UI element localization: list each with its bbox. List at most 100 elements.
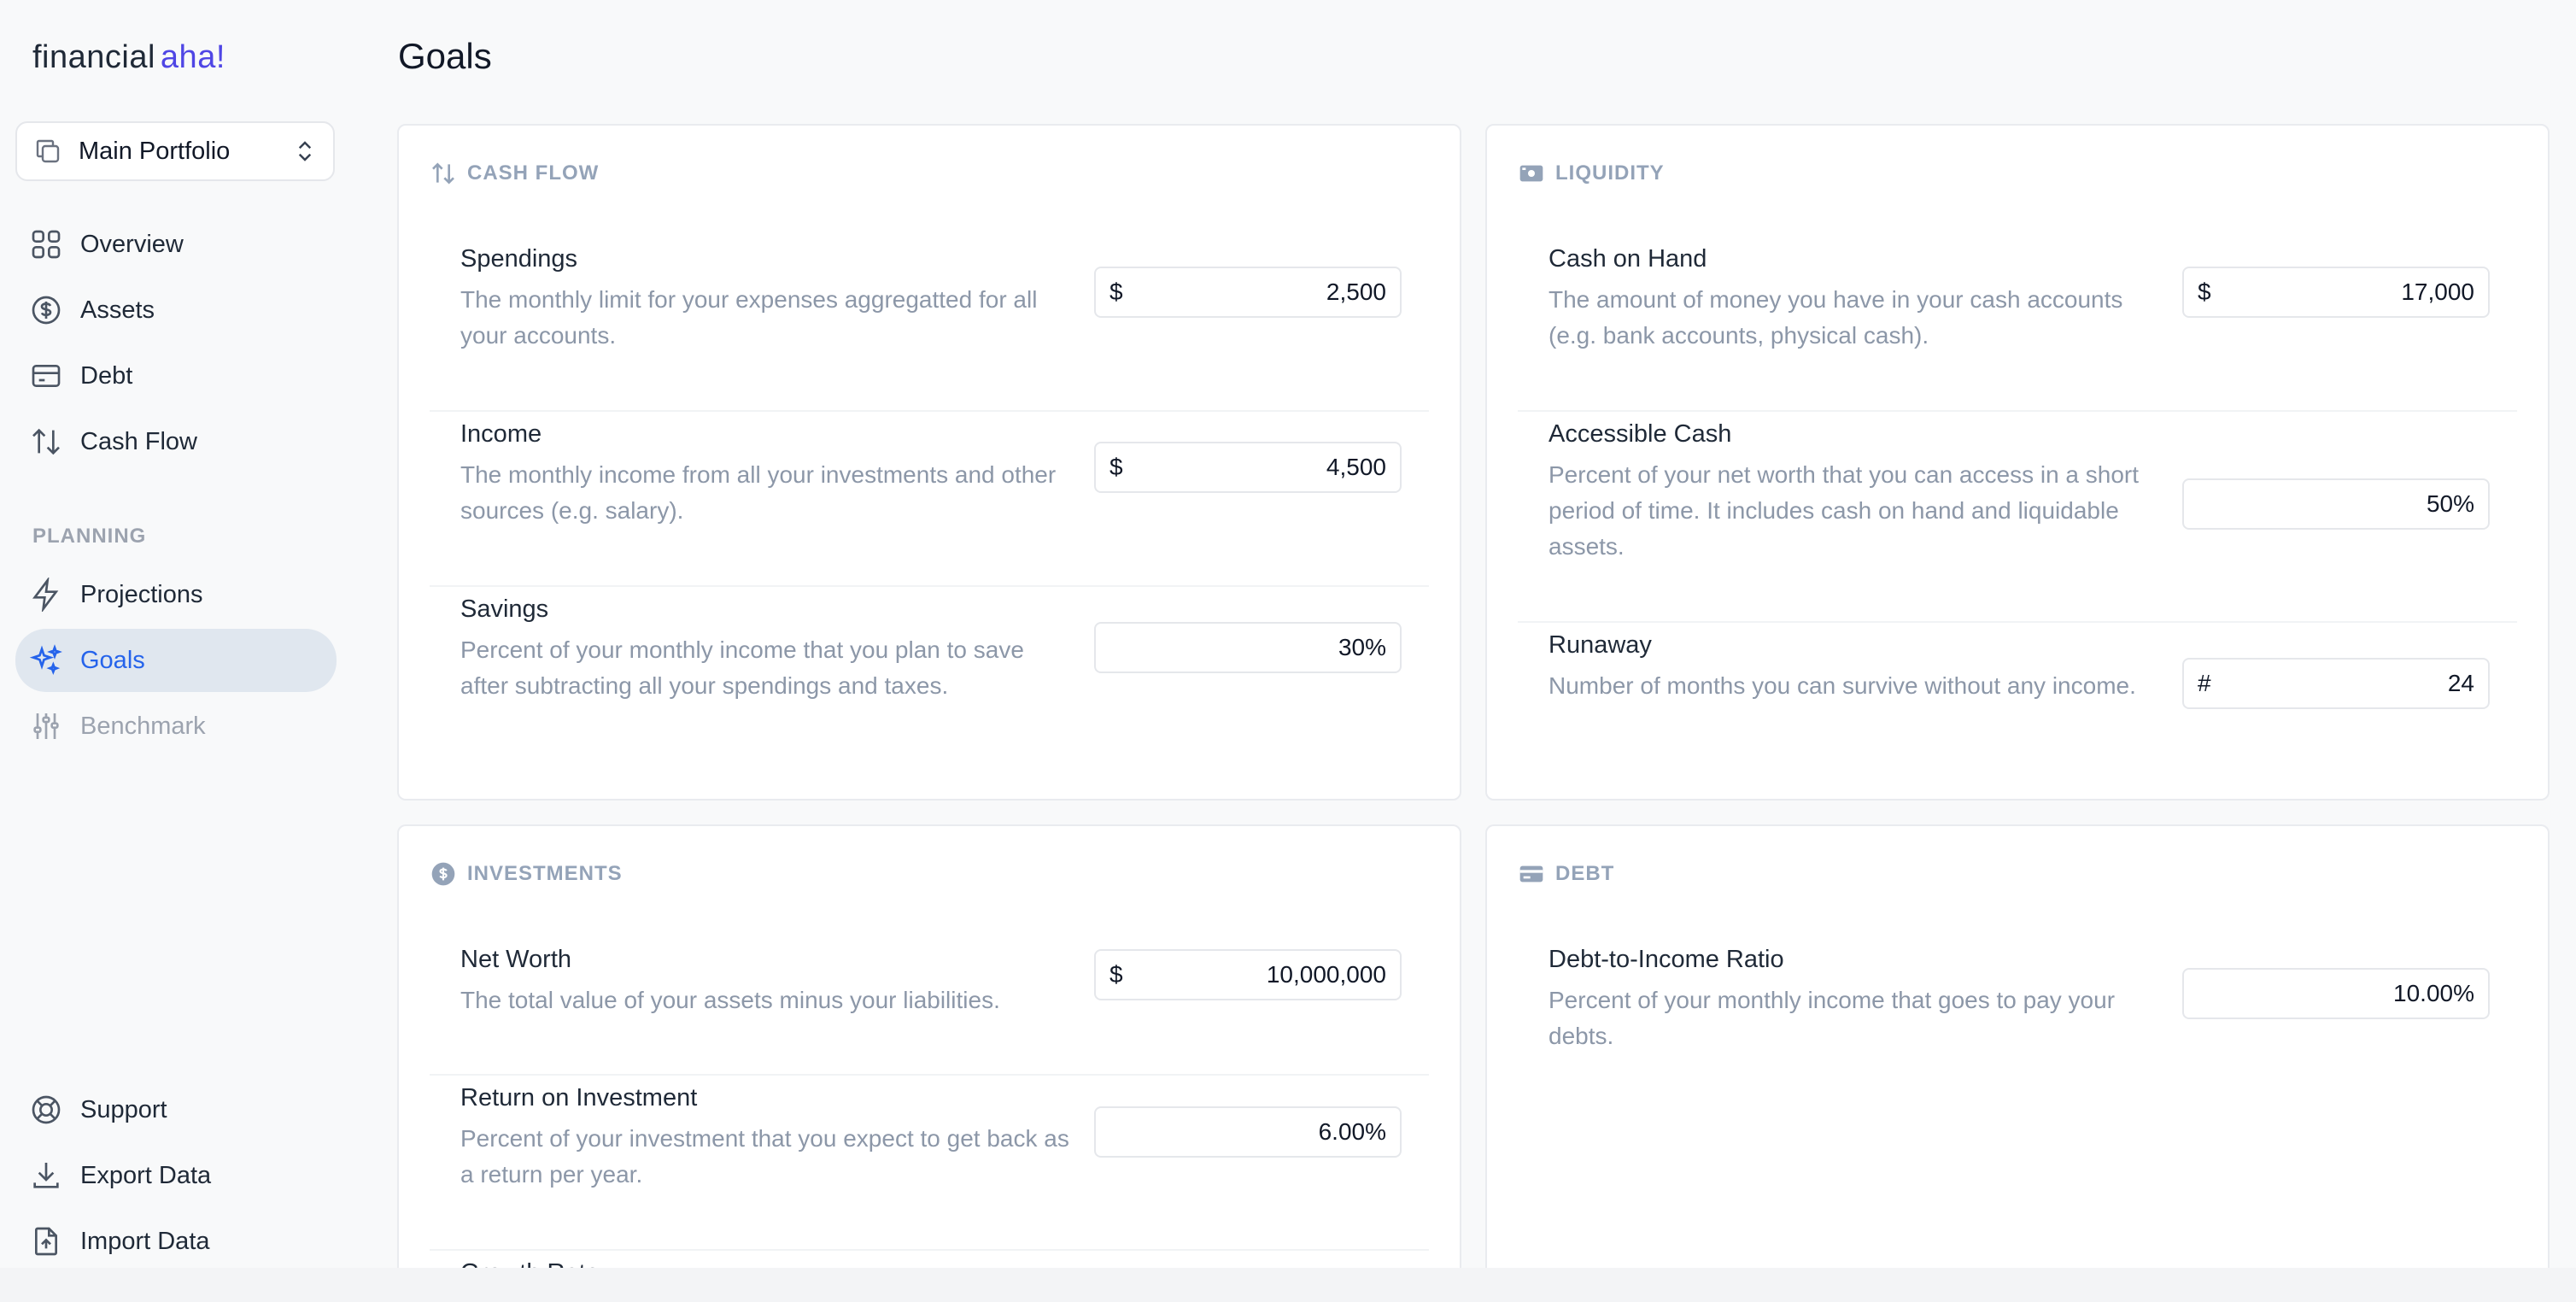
nav-item-assets[interactable]: Assets	[15, 279, 337, 342]
cash-on-hand-value: 17,000	[2401, 279, 2474, 305]
spendings-prefix: $	[1109, 279, 1123, 305]
nav-item-debt-label: Debt	[80, 361, 133, 390]
roi-desc: Percent of your investment that you expe…	[460, 1125, 1069, 1188]
brand-logo[interactable]: financial aha!	[32, 39, 225, 76]
savings-input[interactable]: 30%	[1094, 622, 1402, 673]
dollar-circle-icon	[32, 296, 61, 325]
savings-row: Savings Percent of your monthly income t…	[430, 587, 1429, 762]
cash-icon	[1519, 165, 1543, 182]
nav-item-cashflow-label: Cash Flow	[80, 427, 197, 455]
debt-card-heading: DEBT	[1518, 860, 1614, 888]
liquidity-card-heading: LIQUIDITY	[1518, 160, 1665, 187]
runaway-value: 24	[2447, 670, 2474, 696]
nav-item-assets-label: Assets	[80, 296, 155, 324]
nav-item-export-label: Export Data	[80, 1161, 212, 1189]
accessible-cash-title: Accessible Cash	[1549, 420, 1732, 448]
net-worth-prefix: $	[1109, 961, 1123, 988]
roi-title: Return on Investment	[460, 1084, 698, 1111]
nav-item-support-label: Support	[80, 1095, 167, 1123]
cash-on-hand-prefix: $	[2198, 279, 2211, 305]
spendings-row: Spendings The monthly limit for your exp…	[430, 237, 1429, 412]
spendings-value: 2,500	[1326, 279, 1386, 305]
investments-card-heading-label: INVESTMENTS	[467, 862, 623, 885]
cash-on-hand-row: Cash on Hand The amount of money you hav…	[1518, 237, 2517, 412]
sparkles-icon	[29, 644, 62, 676]
arrows-up-down-icon	[432, 162, 454, 185]
accessible-cash-value: 50%	[2426, 490, 2474, 517]
spendings-input[interactable]: $ 2,500	[1094, 267, 1402, 318]
net-worth-input[interactable]: $ 10,000,000	[1094, 949, 1402, 1000]
debt-card: DEBT Debt-to-Income Ratio Percent of you…	[1485, 824, 2550, 1268]
accessible-cash-row: Accessible Cash Percent of your net wort…	[1518, 412, 2517, 623]
investments-card-heading: INVESTMENTS	[430, 860, 623, 888]
portfolio-selector[interactable]: Main Portfolio	[15, 121, 335, 181]
planning-section-label: PLANNING	[32, 525, 147, 548]
runaway-row: Runaway Number of months you can survive…	[1518, 623, 2517, 777]
runaway-prefix: #	[2198, 670, 2211, 696]
brand-logo-part1: financial	[32, 39, 155, 75]
spendings-desc: The monthly limit for your expenses aggr…	[460, 286, 1038, 349]
dti-row: Debt-to-Income Ratio Percent of your mon…	[1518, 937, 2517, 1074]
nav-item-projections-label: Projections	[80, 580, 203, 608]
dti-title: Debt-to-Income Ratio	[1549, 946, 1784, 973]
income-row: Income The monthly income from all your …	[430, 412, 1429, 587]
nav-item-import[interactable]: Import Data	[15, 1210, 337, 1273]
cashflow-card-heading-label: CASH FLOW	[467, 161, 600, 185]
roi-value: 6.00%	[1318, 1118, 1386, 1145]
net-worth-title: Net Worth	[460, 946, 572, 973]
nav-item-overview[interactable]: Overview	[15, 213, 337, 276]
cash-on-hand-input[interactable]: $ 17,000	[2182, 267, 2490, 318]
lifebuoy-icon	[32, 1095, 61, 1124]
dti-value: 10.00%	[2393, 980, 2474, 1006]
net-worth-row: Net Worth The total value of your assets…	[430, 937, 1429, 1076]
cash-on-hand-title: Cash on Hand	[1549, 245, 1707, 273]
sliders-icon	[33, 713, 59, 739]
dollar-circle-icon	[431, 862, 455, 886]
savings-value: 30%	[1338, 634, 1386, 660]
cashflow-card: CASH FLOW Spendings The monthly limit fo…	[397, 124, 1461, 801]
accessible-cash-input[interactable]: 50%	[2182, 478, 2490, 530]
runaway-desc: Number of months you can survive without…	[1549, 672, 2136, 699]
nav-item-cashflow[interactable]: Cash Flow	[15, 410, 337, 473]
nav-item-overview-label: Overview	[80, 230, 184, 258]
nav-item-benchmark-label: Benchmark	[80, 712, 206, 740]
arrows-up-down-icon	[32, 428, 60, 455]
nav-item-goals-label: Goals	[80, 646, 145, 674]
dti-desc: Percent of your monthly income that goes…	[1549, 987, 2116, 1049]
runaway-title: Runaway	[1549, 631, 1652, 659]
growth-rate-title: Growth Rate	[460, 1259, 600, 1268]
spendings-title: Spendings	[460, 245, 578, 273]
roi-input[interactable]: 6.00%	[1094, 1106, 1402, 1158]
liquidity-card-heading-label: LIQUIDITY	[1555, 161, 1665, 185]
nav-item-export[interactable]: Export Data	[15, 1144, 337, 1207]
runaway-input[interactable]: # 24	[2182, 658, 2490, 709]
chevron-up-down-icon	[298, 141, 312, 161]
portfolio-label: Main Portfolio	[79, 137, 231, 165]
cash-on-hand-desc: The amount of money you have in your cas…	[1549, 286, 2123, 349]
roi-row: Return on Investment Percent of your inv…	[430, 1076, 1429, 1251]
download-icon	[33, 1163, 59, 1188]
sidebar: financial aha! Main Portfolio Overview As…	[0, 0, 359, 1268]
bottom-strip	[0, 1268, 2576, 1302]
dti-input[interactable]: 10.00%	[2182, 968, 2490, 1019]
nav-item-benchmark[interactable]: Benchmark	[15, 695, 337, 758]
page-title: Goals	[398, 36, 492, 76]
accessible-cash-desc: Percent of your net worth that you can a…	[1549, 461, 2140, 560]
nav-item-support[interactable]: Support	[15, 1078, 337, 1141]
credit-card-icon	[1519, 865, 1543, 883]
income-title: Income	[460, 420, 542, 448]
income-prefix: $	[1109, 454, 1123, 480]
brand-logo-part2: aha!	[160, 39, 225, 75]
liquidity-card: LIQUIDITY Cash on Hand The amount of mon…	[1485, 124, 2550, 801]
credit-card-icon	[32, 365, 61, 387]
growth-rate-row: Growth Rate	[430, 1251, 1429, 1268]
investments-card: INVESTMENTS Net Worth The total value of…	[397, 824, 1461, 1268]
nav-item-projections[interactable]: Projections	[15, 563, 337, 626]
income-input[interactable]: $ 4,500	[1094, 442, 1402, 493]
nav-item-debt[interactable]: Debt	[15, 344, 337, 408]
cashflow-card-heading: CASH FLOW	[430, 160, 599, 187]
income-value: 4,500	[1326, 454, 1386, 480]
nav-item-goals[interactable]: Goals	[15, 629, 337, 692]
copy-icon	[36, 139, 60, 163]
file-upload-icon	[35, 1227, 57, 1256]
